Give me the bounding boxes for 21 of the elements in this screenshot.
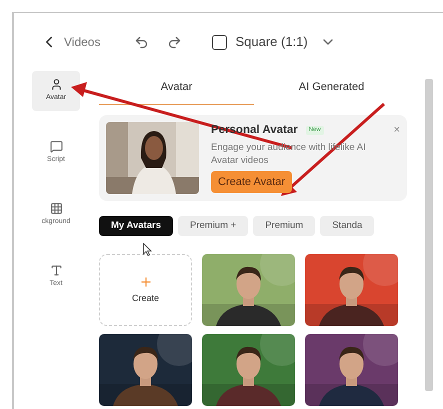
user-icon xyxy=(50,78,62,92)
filter-chip[interactable]: Premium xyxy=(253,216,316,236)
aspect-checkbox[interactable] xyxy=(212,34,228,50)
filter-chip[interactable]: Standa xyxy=(320,216,374,236)
create-avatar-button[interactable]: Create Avatar xyxy=(211,171,292,194)
chat-icon xyxy=(50,140,62,154)
plus-icon xyxy=(138,274,152,289)
aspect-label[interactable]: Square (1:1) xyxy=(235,32,308,52)
tab[interactable]: AI Generated xyxy=(254,71,409,105)
scrollbar[interactable] xyxy=(425,79,433,391)
redo-icon[interactable] xyxy=(167,34,182,50)
undo-icon[interactable] xyxy=(134,34,150,50)
filter-chip[interactable]: Premium + xyxy=(178,216,248,236)
close-button[interactable]: × xyxy=(394,122,400,139)
cursor-icon xyxy=(143,243,152,256)
tab[interactable]: Avatar xyxy=(99,71,254,105)
back-link[interactable]: Videos xyxy=(64,33,100,51)
grid-icon xyxy=(50,202,62,216)
filter-chip[interactable]: My Avatars xyxy=(99,216,173,236)
text-icon xyxy=(50,264,62,278)
create-avatar-tile[interactable]: Create xyxy=(99,254,192,326)
